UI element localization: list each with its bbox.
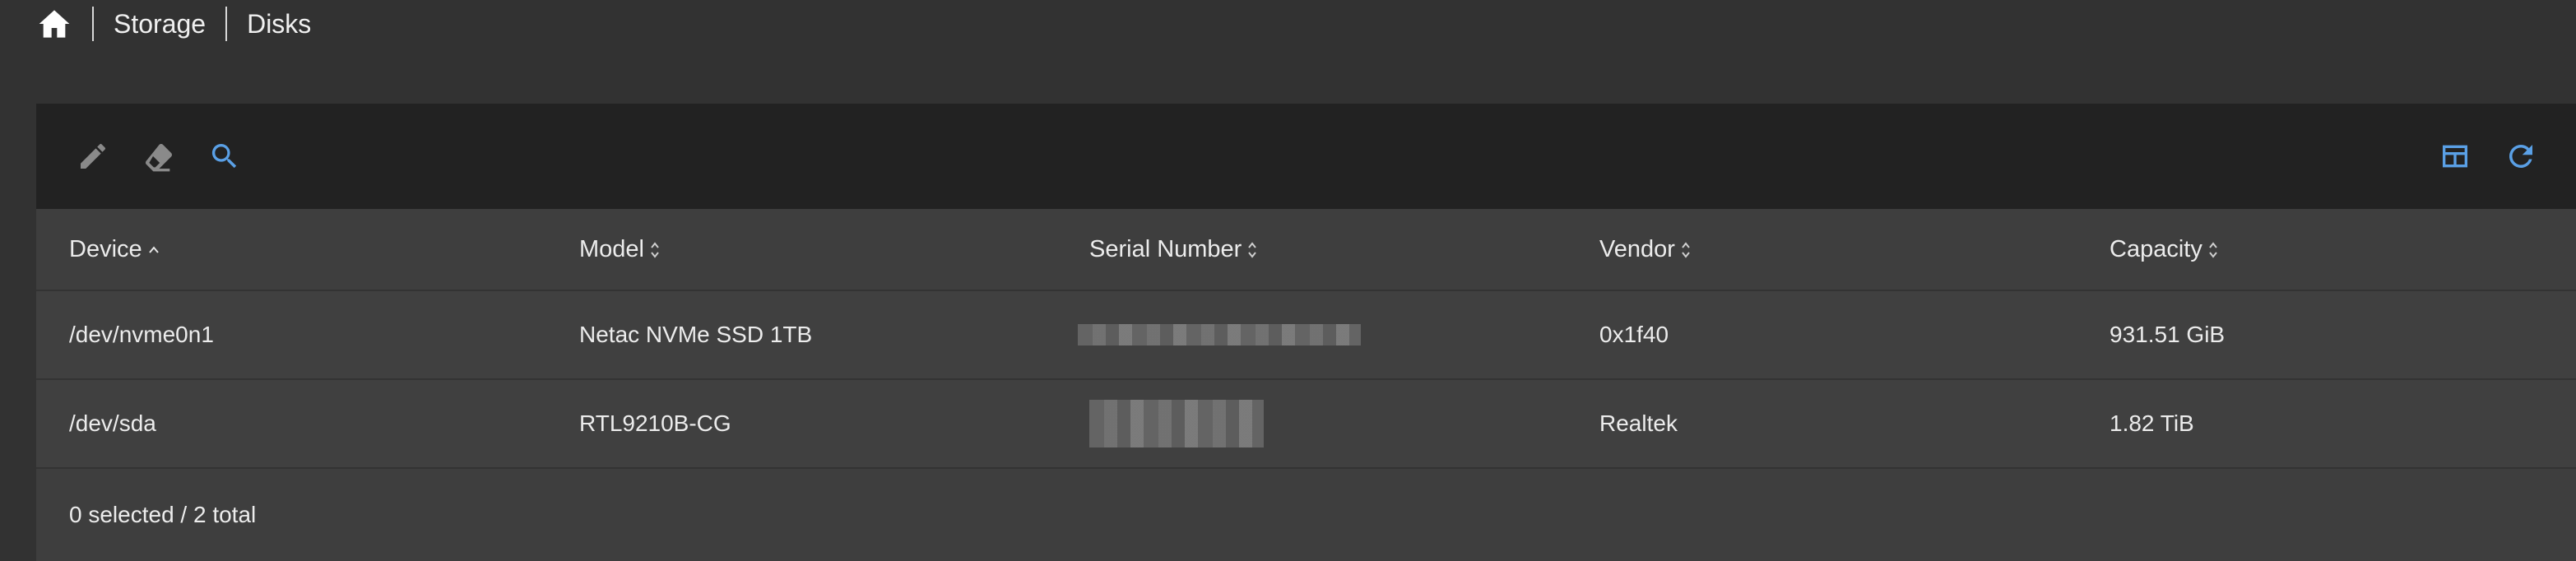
cell-device: /dev/nvme0n1 bbox=[69, 322, 214, 347]
column-header-vendor[interactable]: Vendor bbox=[1566, 236, 2077, 263]
breadcrumb-storage[interactable]: Storage bbox=[114, 9, 206, 39]
column-header-capacity[interactable]: Capacity bbox=[2077, 236, 2576, 263]
redacted-serial bbox=[1078, 324, 1361, 345]
sort-unsorted-icon bbox=[1248, 242, 1257, 258]
cell-serial-number bbox=[1056, 400, 1566, 447]
breadcrumb-separator bbox=[92, 7, 94, 41]
sort-ascending-icon bbox=[148, 246, 159, 253]
redacted-serial bbox=[1089, 400, 1264, 447]
selection-summary: 0 selected / 2 total bbox=[36, 469, 2576, 561]
breadcrumb-separator bbox=[225, 7, 228, 41]
toolbar-right bbox=[2436, 137, 2540, 175]
wipe-button[interactable] bbox=[140, 137, 178, 175]
disks-table: Device Model Serial Number Vendor Capaci… bbox=[36, 209, 2576, 469]
search-button[interactable] bbox=[206, 137, 244, 175]
eraser-icon bbox=[146, 144, 172, 172]
table-header: Device Model Serial Number Vendor Capaci… bbox=[36, 209, 2576, 291]
cell-vendor: Realtek bbox=[1599, 410, 1678, 436]
sort-unsorted-icon bbox=[651, 242, 659, 258]
cell-capacity: 931.51 GiB bbox=[2110, 322, 2226, 347]
cell-model: RTL9210B-CG bbox=[579, 410, 731, 436]
table-row[interactable]: /dev/sda RTL9210B-CG Realtek 1.82 TiB bbox=[36, 380, 2576, 469]
sort-unsorted-icon bbox=[1682, 242, 1690, 258]
disks-panel: Device Model Serial Number Vendor Capaci… bbox=[36, 104, 2576, 561]
sort-unsorted-icon bbox=[2209, 242, 2217, 258]
breadcrumb: Storage Disks bbox=[36, 0, 311, 48]
column-header-device[interactable]: Device bbox=[36, 236, 546, 263]
refresh-icon bbox=[2509, 144, 2532, 168]
column-header-serial-number[interactable]: Serial Number bbox=[1056, 236, 1566, 263]
cell-capacity: 1.82 TiB bbox=[2110, 410, 2194, 436]
breadcrumb-disks[interactable]: Disks bbox=[247, 9, 311, 39]
cell-model: Netac NVMe SSD 1TB bbox=[579, 322, 813, 347]
column-header-model[interactable]: Model bbox=[546, 236, 1056, 263]
column-layout-button[interactable] bbox=[2436, 137, 2474, 175]
table-layout-icon bbox=[2443, 145, 2467, 168]
toolbar bbox=[36, 104, 2576, 209]
toolbar-left bbox=[74, 137, 244, 175]
cell-serial-number bbox=[1056, 324, 1566, 345]
cell-vendor: 0x1f40 bbox=[1599, 322, 1669, 347]
home-icon[interactable] bbox=[36, 6, 72, 42]
table-row[interactable]: /dev/nvme0n1 Netac NVMe SSD 1TB 0x1f40 9… bbox=[36, 291, 2576, 380]
cell-device: /dev/sda bbox=[69, 410, 156, 436]
search-icon bbox=[211, 144, 237, 169]
edit-button[interactable] bbox=[74, 137, 112, 175]
refresh-button[interactable] bbox=[2502, 137, 2540, 175]
pencil-icon bbox=[81, 143, 106, 169]
